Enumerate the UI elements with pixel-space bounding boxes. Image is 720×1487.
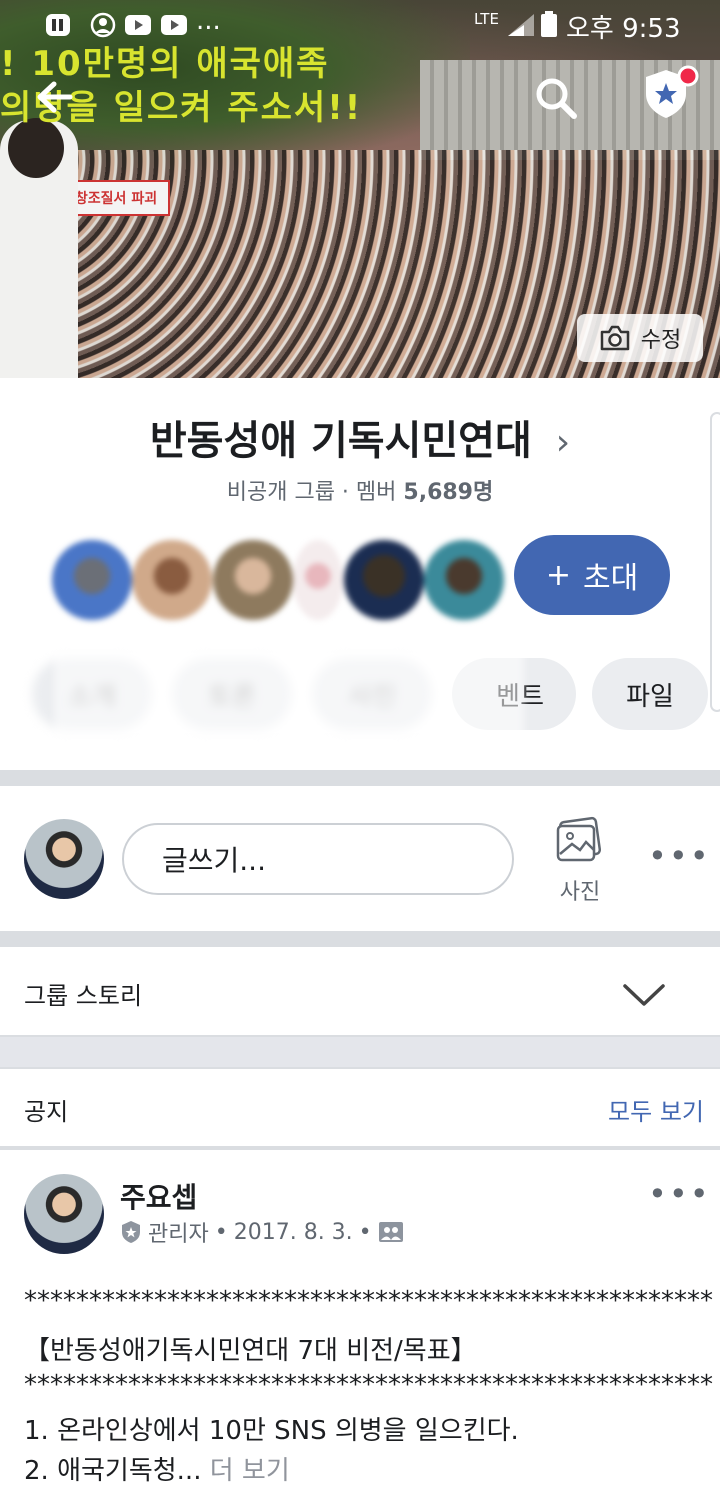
member-avatar[interactable]: [52, 540, 132, 620]
edit-cover-label: 수정: [640, 328, 682, 353]
more-options-icon[interactable]: •••: [648, 840, 711, 872]
admin-shield-icon: [122, 1221, 140, 1243]
more-notifications-icon: ...: [196, 6, 221, 36]
back-arrow-icon: [37, 81, 73, 113]
post-stars-top: ****************************************…: [24, 1286, 713, 1316]
post-line2-text: 2. 애국기독청...: [24, 1456, 202, 1486]
youtube-icon-2: [161, 15, 187, 35]
compose-placeholder: 글쓰기...: [162, 844, 266, 877]
user-avatar[interactable]: [24, 819, 104, 899]
back-button[interactable]: [28, 74, 82, 120]
signal-icon: [508, 14, 534, 36]
group-stories-label: 그룹 스토리: [24, 982, 143, 1010]
network-type: LTE: [474, 10, 499, 28]
member-avatar[interactable]: [423, 540, 504, 620]
see-all-link[interactable]: 모두 보기: [608, 1092, 704, 1127]
photo-label[interactable]: 사진: [548, 874, 612, 906]
post-line2: 2. 애국기독청... 더 보기: [24, 1450, 290, 1487]
plus-icon: +: [545, 557, 571, 593]
shield-star-icon: [646, 65, 699, 118]
compose-post-input[interactable]: 글쓰기...: [122, 823, 514, 895]
group-meta: 비공개 그룹 · 멤버 5,689명: [0, 474, 720, 506]
group-tabs: 소개 토론 사진 벤트 파일: [32, 648, 720, 738]
clock: 오후 9:53: [566, 14, 681, 44]
chevron-down-icon[interactable]: [622, 982, 666, 1008]
search-icon: [536, 78, 577, 119]
post-date[interactable]: 2017. 8. 3.: [234, 1220, 353, 1245]
group-title[interactable]: 반동성애 기독시민연대 ›: [0, 408, 720, 466]
post-line1: 1. 온라인상에서 10만 SNS 의병을 일으킨다.: [24, 1416, 519, 1446]
post-stars-bottom: ****************************************…: [24, 1370, 713, 1400]
section-divider: [0, 931, 720, 947]
separator: •: [214, 1219, 228, 1245]
invite-button[interactable]: + 초대: [514, 535, 670, 615]
admin-badge-button[interactable]: [640, 64, 700, 124]
post-author[interactable]: 주요셉: [120, 1176, 197, 1216]
member-avatar[interactable]: [132, 540, 213, 620]
member-avatar[interactable]: [293, 540, 344, 620]
tab-files[interactable]: 파일: [592, 658, 708, 730]
invite-label: 초대: [582, 561, 639, 596]
edit-cover-button[interactable]: 수정: [577, 314, 703, 362]
search-button[interactable]: [530, 72, 582, 124]
battery-icon: [541, 11, 557, 37]
see-more-link[interactable]: 더 보기: [210, 1456, 290, 1486]
account-icon: [90, 12, 116, 38]
cover-banner: 창조질서 파괴: [62, 180, 170, 216]
post-more-icon[interactable]: •••: [648, 1178, 711, 1210]
cover-photo: 창조질서 파괴 ! 10만명의 애국애족 의병을 일으켜 주소서!! ... L…: [0, 0, 720, 378]
member-avatars[interactable]: [52, 520, 504, 640]
author-avatar[interactable]: [24, 1174, 104, 1254]
post-title: 【반동성애기독시민연대 7대 비전/목표】: [24, 1336, 477, 1366]
camera-icon: [600, 325, 629, 351]
section-divider: [0, 1146, 720, 1150]
group-audience-icon: [378, 1222, 403, 1242]
group-name: 반동성애 기독시민연대: [149, 418, 532, 464]
notice-label: 공지: [24, 1098, 69, 1126]
member-avatar[interactable]: [212, 540, 293, 620]
member-count[interactable]: 5,689명: [403, 480, 493, 505]
photo-icon: [556, 816, 602, 862]
app-notification-icon: [46, 14, 70, 36]
blur-overlay: [54, 648, 524, 738]
photo-button[interactable]: [556, 816, 604, 864]
separator: •: [358, 1219, 372, 1245]
chevron-right-icon: ›: [555, 422, 571, 463]
section-divider: [0, 770, 720, 786]
member-avatar[interactable]: [343, 540, 424, 620]
youtube-icon: [125, 15, 151, 35]
section-divider: [0, 1035, 720, 1069]
post-role: 관리자: [148, 1222, 209, 1247]
post-meta: 관리자 • 2017. 8. 3. •: [120, 1216, 404, 1248]
group-privacy: 비공개 그룹 · 멤버: [226, 480, 397, 505]
